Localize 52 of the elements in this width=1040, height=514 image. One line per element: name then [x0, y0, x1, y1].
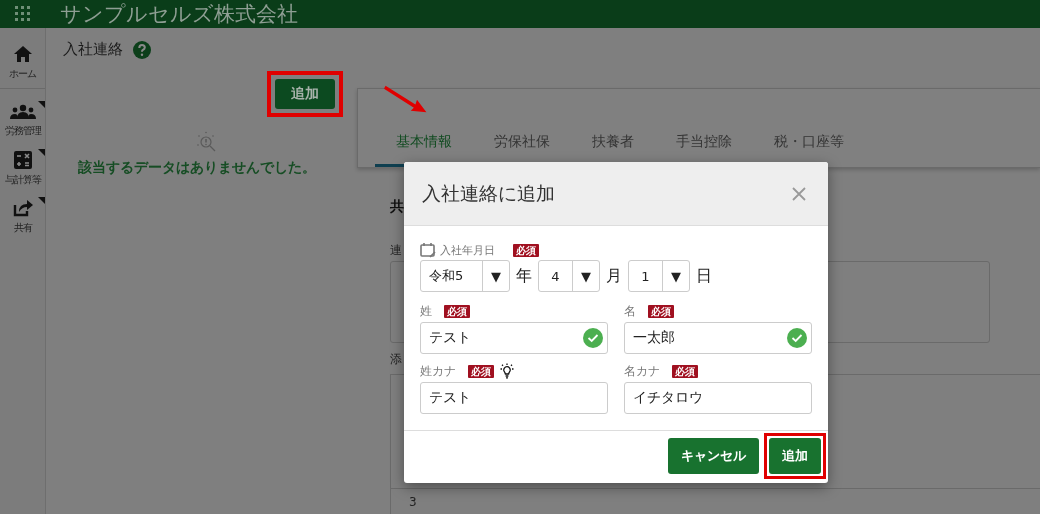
submenu-indicator-icon: [38, 101, 45, 108]
close-icon[interactable]: [792, 186, 806, 201]
attachments-label: 添: [390, 351, 402, 368]
dialog-title: 入社連絡に追加: [422, 180, 555, 206]
section-heading: 共: [390, 198, 404, 216]
dropdown[interactable]: 1 ▼: [628, 260, 690, 292]
sidebar-label: ホーム: [9, 67, 36, 81]
lightbulb-icon[interactable]: [498, 363, 516, 379]
help-icon[interactable]: [133, 40, 151, 59]
required-badge: 必須: [672, 364, 698, 378]
calendar-icon: [420, 242, 436, 258]
required-badge: 必須: [648, 304, 674, 318]
add-button[interactable]: 追加: [275, 79, 335, 109]
field-label: 姓カナ: [420, 362, 456, 380]
sidebar-item[interactable]: ホーム: [0, 38, 45, 89]
sidebar-item[interactable]: 与計算等: [0, 145, 45, 193]
sidebar-item[interactable]: 共有: [0, 193, 45, 241]
field-label: 入社年月日: [440, 242, 495, 258]
people-icon: [9, 104, 36, 120]
input-field[interactable]: テスト: [420, 382, 608, 414]
apps-menu-icon[interactable]: [15, 6, 31, 22]
date-unit: 年: [516, 265, 532, 287]
home-icon: [12, 45, 33, 63]
add-button[interactable]: 追加: [769, 438, 821, 474]
empty-message: 該当するデータはありませんでした。: [78, 159, 317, 175]
input-field[interactable]: イチタロウ: [624, 382, 812, 414]
required-badge: 必須: [468, 364, 494, 378]
date-unit: 月: [606, 265, 622, 287]
app-title: サンプルセルズ株式会社: [60, 1, 298, 28]
sidebar-label: 共有: [13, 221, 32, 235]
field-label: 名: [624, 302, 636, 320]
input-field[interactable]: テスト: [420, 322, 608, 354]
calculator-icon: [13, 151, 32, 169]
dropdown[interactable]: 令和5 ▼: [420, 260, 510, 292]
annotation-arrow: [384, 84, 428, 114]
required-badge: 必須: [513, 243, 539, 257]
sidebar-label: 労務管理: [4, 124, 41, 138]
input-field[interactable]: 一太郎: [624, 322, 812, 354]
submenu-indicator-icon: [38, 149, 45, 156]
field-label: 名カナ: [624, 362, 660, 380]
cancel-button[interactable]: キャンセル: [668, 438, 759, 474]
dropdown[interactable]: 4 ▼: [538, 260, 600, 292]
share-icon: [12, 199, 33, 217]
page-title: 入社連絡: [63, 40, 123, 59]
date-unit: 日: [696, 265, 712, 287]
submenu-indicator-icon: [38, 197, 45, 204]
sidebar-item[interactable]: 労務管理: [0, 97, 45, 145]
table-cell: 3: [409, 495, 417, 509]
field-label: 姓: [420, 302, 432, 320]
required-badge: 必須: [444, 304, 470, 318]
sidebar-label: 与計算等: [4, 173, 41, 187]
field-label: 連: [390, 242, 402, 259]
